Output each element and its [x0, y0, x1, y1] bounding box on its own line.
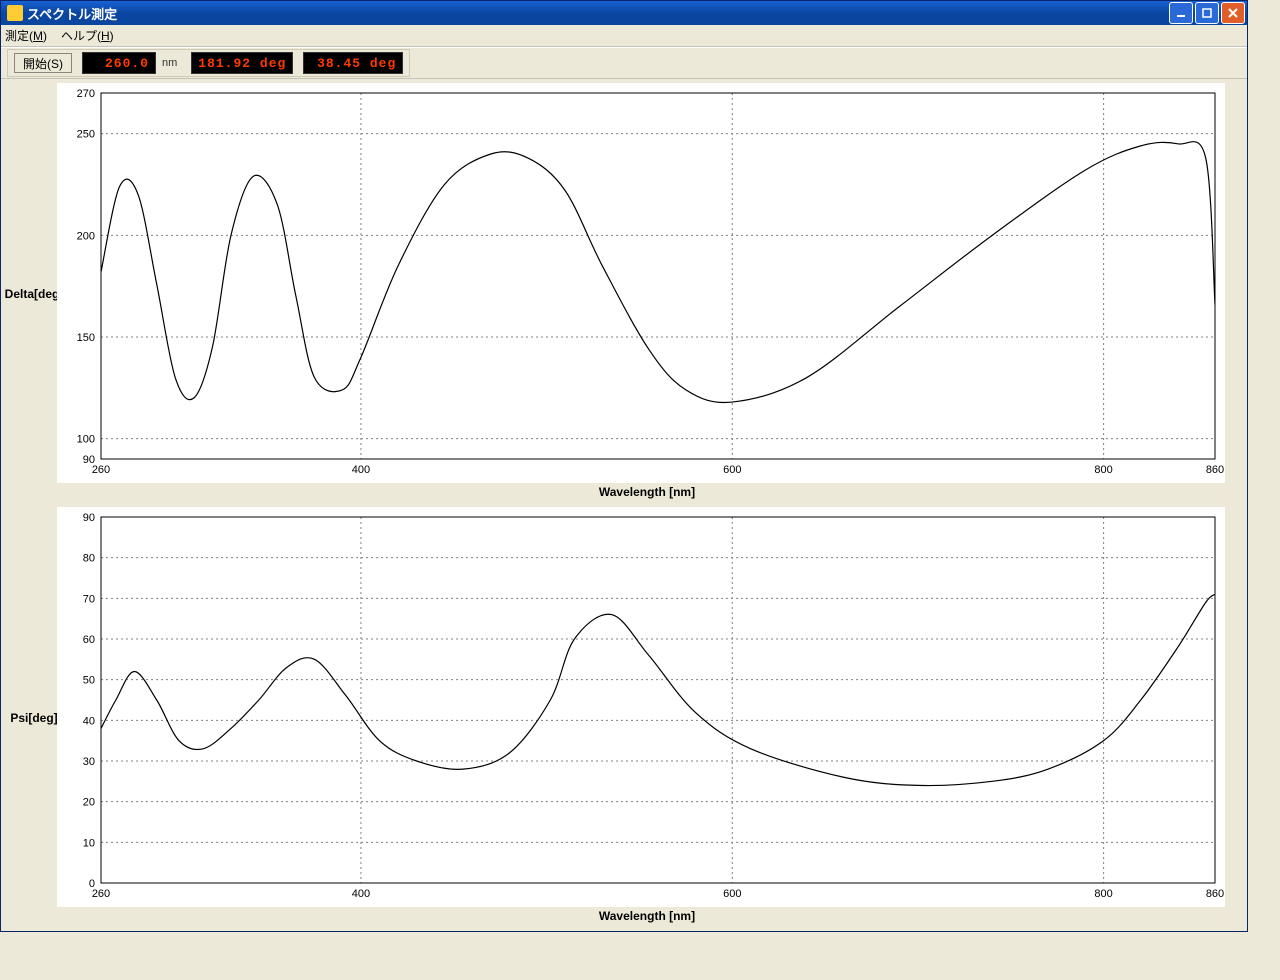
svg-text:260: 260	[92, 888, 110, 900]
readout-wavelength: 260.0	[82, 52, 156, 74]
start-button[interactable]: 開始(S)	[14, 53, 72, 73]
plot-delta-xlabel: Wavelength [nm]	[57, 483, 1237, 505]
maximize-icon	[1202, 8, 1212, 18]
svg-text:60: 60	[83, 634, 95, 646]
svg-text:70: 70	[83, 593, 95, 605]
svg-text:20: 20	[83, 797, 95, 809]
minimize-button[interactable]	[1169, 2, 1193, 24]
close-icon	[1228, 8, 1238, 18]
plot-psi-ylabel: Psi[deg]	[11, 507, 57, 929]
svg-text:50: 50	[83, 675, 95, 687]
toolbar: 開始(S) 260.0 nm 181.92 deg 38.45 deg	[1, 47, 1247, 79]
menu-help[interactable]: ヘルプ(H)	[61, 27, 114, 44]
menubar: 測定(M) ヘルプ(H)	[1, 25, 1247, 47]
app-window: スペクトル測定 測定(M) ヘルプ(H) 開始(S) 260.0 nm 181.…	[0, 0, 1248, 932]
menu-measure[interactable]: 測定(M)	[5, 27, 47, 44]
svg-text:100: 100	[77, 434, 95, 446]
svg-text:10: 10	[83, 837, 95, 849]
toolbar-inner: 開始(S) 260.0 nm 181.92 deg 38.45 deg	[7, 49, 410, 77]
svg-text:260: 260	[92, 464, 110, 476]
svg-text:30: 30	[83, 756, 95, 768]
maximize-button[interactable]	[1195, 2, 1219, 24]
readout-delta: 181.92 deg	[191, 52, 293, 74]
plot-psi[interactable]: 0102030405060708090260400600800860	[57, 507, 1225, 907]
readout-psi: 38.45 deg	[303, 52, 403, 74]
svg-text:600: 600	[723, 464, 741, 476]
svg-text:80: 80	[83, 553, 95, 565]
readout-wavelength-unit: nm	[162, 57, 177, 69]
svg-text:150: 150	[77, 332, 95, 344]
plot-psi-xlabel: Wavelength [nm]	[57, 907, 1237, 929]
svg-text:400: 400	[352, 888, 370, 900]
svg-text:400: 400	[352, 464, 370, 476]
plot-delta[interactable]: 90100150200250270260400600800860	[57, 83, 1225, 483]
svg-text:250: 250	[77, 129, 95, 141]
titlebar[interactable]: スペクトル測定	[1, 1, 1247, 25]
close-button[interactable]	[1221, 2, 1245, 24]
svg-text:40: 40	[83, 715, 95, 727]
svg-text:600: 600	[723, 888, 741, 900]
plot-area: Delta[deg] 90 100 150 200 250 270 260 400 600 800…	[1, 79, 1247, 929]
svg-text:860: 860	[1206, 888, 1224, 900]
plot-delta-ylabel: Delta[deg]	[11, 83, 57, 505]
svg-text:200: 200	[77, 230, 95, 242]
svg-text:800: 800	[1094, 888, 1112, 900]
app-icon	[7, 5, 23, 21]
minimize-icon	[1176, 8, 1186, 18]
svg-text:800: 800	[1094, 464, 1112, 476]
plot-delta-wrap: Delta[deg] 90100150200250270260400600800…	[11, 83, 1237, 505]
svg-text:860: 860	[1206, 464, 1224, 476]
svg-text:270: 270	[77, 88, 95, 100]
plot-psi-wrap: Psi[deg] 0102030405060708090260400600800…	[11, 507, 1237, 929]
svg-text:90: 90	[83, 512, 95, 524]
window-title: スペクトル測定	[27, 4, 117, 23]
